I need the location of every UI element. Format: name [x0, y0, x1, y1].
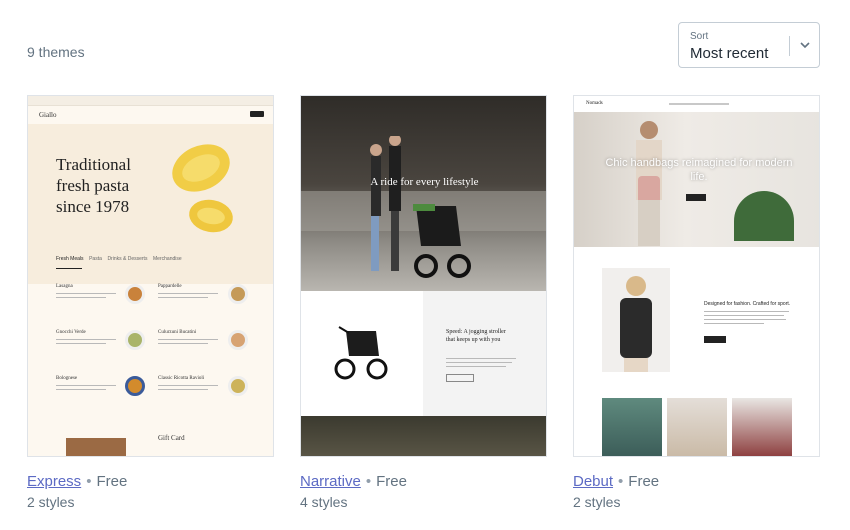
preview-brand: Giallo: [39, 111, 57, 119]
sort-label: Sort: [690, 31, 709, 42]
preview-feature-button: [704, 336, 726, 343]
dish-image: [228, 376, 248, 396]
theme-count: 9 themes: [27, 44, 85, 60]
theme-price: Free: [96, 473, 128, 490]
preview-feature-title: Speed: A jogging stroller that keeps up …: [446, 329, 506, 343]
preview-announcement-bar: [28, 96, 273, 106]
preview-footer-photo: [301, 416, 546, 456]
preview-item-name: Pappardelle: [158, 284, 182, 289]
preview-headline: Traditional fresh pasta since 1978: [56, 155, 131, 216]
preview-item-name: Bolognese: [56, 376, 78, 381]
dish-image: [228, 284, 248, 304]
theme-price: Free: [376, 473, 407, 490]
backpack-model-image: [602, 268, 670, 372]
theme-preview-narrative[interactable]: A ride for every lifestyle Speed: A jogg…: [300, 95, 547, 457]
preview-hero-button: [413, 204, 435, 211]
theme-name-link[interactable]: Debut: [573, 473, 613, 490]
preview-item-name: Gnocchi Verde: [56, 330, 86, 335]
theme-styles-count: 2 styles: [573, 494, 621, 510]
preview-gift-card: Gift Card: [158, 434, 185, 442]
preview-item-name: Lasagna: [56, 284, 73, 289]
product-photo: [667, 398, 727, 456]
preview-item-name: Classic Ricotta Ravioli: [158, 376, 205, 381]
theme-preview-express[interactable]: Giallo Traditional fresh pasta since 197…: [27, 95, 274, 457]
product-photo: [602, 398, 662, 456]
sort-select[interactable]: Sort Most recent: [678, 22, 820, 68]
chevron-down-icon[interactable]: [797, 37, 813, 53]
jogging-stroller-image: [334, 326, 388, 380]
theme-name-link[interactable]: Narrative: [300, 473, 361, 490]
theme-preview-debut[interactable]: Nomads Chic handbags reimagined for mode…: [573, 95, 820, 457]
preview-hero-text: Chic handbags reimagined for modern life…: [605, 157, 793, 183]
preview-feature-button: [446, 374, 474, 382]
preview-item-name: Culurzuni Bucatini: [158, 330, 197, 335]
theme-styles-count: 2 styles: [27, 494, 75, 510]
dish-image: [228, 330, 248, 350]
dish-image: [125, 284, 145, 304]
product-photo: [732, 398, 792, 456]
sort-value: Most recent: [690, 45, 769, 62]
preview-tab-underline: [56, 268, 82, 269]
preview-hero-button: [686, 194, 706, 201]
preview-feature-title: Designed for fashion. Crafted for sport.: [704, 301, 791, 307]
theme-price: Free: [628, 473, 660, 490]
pasta-image: [172, 144, 233, 233]
dish-image: [125, 330, 145, 350]
theme-card-narrative: A ride for every lifestyle Speed: A jogg…: [300, 95, 547, 510]
sort-divider: [789, 36, 790, 56]
theme-card-debut: Nomads Chic handbags reimagined for mode…: [573, 95, 820, 510]
family-stroller-image: [370, 136, 471, 278]
theme-card-express: Giallo Traditional fresh pasta since 197…: [27, 95, 274, 510]
preview-cart-icon: [250, 111, 264, 117]
gift-card-image: [66, 438, 126, 456]
preview-menu-tabs: Fresh Meals Pasta Drinks & Desserts Merc…: [56, 256, 182, 262]
preview-hero-text: A ride for every lifestyle: [370, 176, 479, 188]
theme-name-link[interactable]: Express: [27, 473, 81, 490]
preview-brand: Nomads: [586, 101, 603, 106]
dish-image: [125, 376, 145, 396]
theme-styles-count: 4 styles: [300, 494, 348, 510]
